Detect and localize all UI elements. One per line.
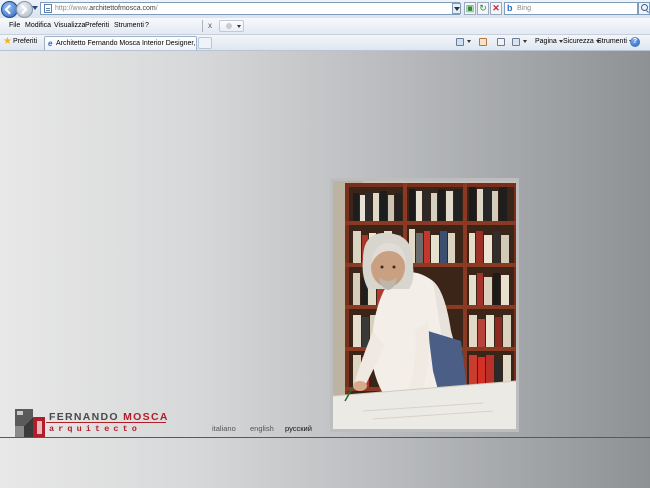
url-domain: architettofmosca.com — [89, 5, 156, 12]
menu-visualizza[interactable]: Visualizza — [54, 18, 85, 34]
portrait-frame — [330, 178, 519, 432]
menu-strumenti[interactable]: Strumenti — [114, 18, 144, 34]
footer-red-line — [0, 437, 650, 438]
page-menu-label: Pagina — [535, 38, 557, 45]
search-input[interactable]: b Bing — [504, 2, 638, 15]
menu-modifica[interactable]: Modifica — [25, 18, 51, 34]
address-dropdown-button[interactable] — [452, 3, 461, 14]
print-dropdown[interactable] — [521, 35, 527, 49]
bing-icon: b — [507, 3, 513, 13]
address-bar-row: http://www.architettofmosca.com/ ▣ ↻ ✕ b… — [0, 0, 650, 18]
logo-divider — [46, 422, 166, 423]
refresh-icon[interactable]: ↻ — [477, 2, 489, 15]
menu-preferiti[interactable]: Preferiti — [85, 18, 109, 34]
compat-view-icon[interactable]: ▣ — [464, 2, 476, 15]
language-link-english[interactable]: english — [250, 424, 274, 434]
favorites-button[interactable]: Preferiti — [13, 35, 37, 49]
page-viewport: FERNANDO MOSCA arquitecto italiano engli… — [0, 51, 650, 488]
tools-menu[interactable]: Strumenti — [597, 35, 633, 49]
close-toolbar-icon[interactable]: x — [208, 18, 212, 34]
portrait-illustration — [333, 181, 516, 429]
ie-icon: e — [48, 39, 53, 48]
stop-icon[interactable]: ✕ — [490, 2, 502, 15]
tab-active[interactable]: e Architetto Fernando Mosca Interior Des… — [44, 36, 197, 50]
safety-menu-label: Sicurezza — [563, 38, 594, 45]
star-icon[interactable]: ★ — [3, 36, 12, 48]
language-link-italiano[interactable]: italiano — [212, 424, 236, 434]
architect-portrait-photo — [333, 181, 516, 429]
page-icon — [44, 4, 52, 13]
history-dropdown-icon[interactable] — [32, 6, 38, 10]
safety-menu[interactable]: Sicurezza — [563, 35, 600, 49]
mail-icon[interactable] — [497, 38, 505, 46]
logo-subtitle: arquitecto — [49, 424, 142, 434]
page-menu[interactable]: Pagina — [535, 35, 563, 49]
tools-menu-label: Strumenti — [597, 38, 627, 45]
url-scheme: http://www. — [55, 5, 90, 12]
menu-file[interactable]: File — [9, 18, 20, 34]
help-icon[interactable]: ? — [630, 37, 640, 47]
address-input[interactable]: http://www.architettofmosca.com/ — [40, 2, 460, 15]
favorites-bar: ★ Preferiti e Architetto Fernando Mosca … — [0, 35, 650, 51]
forward-icon[interactable] — [16, 1, 33, 18]
home-dropdown[interactable] — [465, 35, 471, 49]
home-icon[interactable] — [456, 38, 464, 46]
search-placeholder: Bing — [517, 5, 532, 12]
menu-bar: File Modifica Visualizza Preferiti Strum… — [0, 18, 650, 35]
fm-logo-icon — [15, 409, 45, 438]
toolbar-options-button[interactable] — [219, 20, 244, 32]
url-text[interactable]: http://www.architettofmosca.com/ — [55, 3, 158, 14]
search-icon[interactable] — [638, 2, 650, 15]
new-tab-button[interactable] — [198, 37, 212, 49]
menu-separator — [202, 20, 203, 32]
print-icon[interactable] — [512, 38, 520, 46]
menu-help[interactable]: ? — [145, 18, 149, 34]
language-link-russian[interactable]: русский — [285, 424, 312, 434]
feeds-icon[interactable] — [479, 38, 487, 46]
tab-title: Architetto Fernando Mosca Interior Desig… — [56, 40, 196, 47]
url-path: / — [155, 5, 158, 12]
